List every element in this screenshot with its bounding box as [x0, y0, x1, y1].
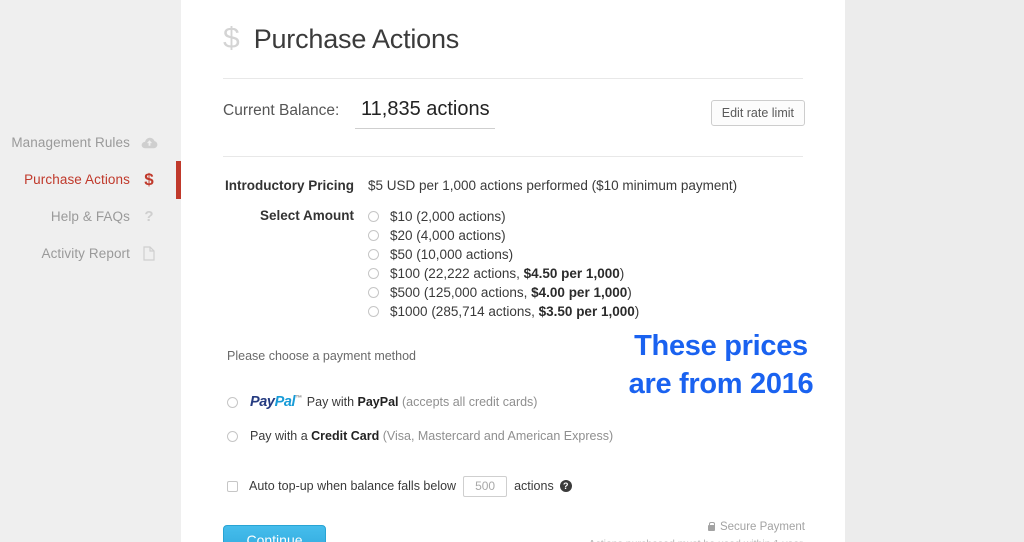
question-mark-icon: ?: [144, 208, 154, 225]
balance-divider: [223, 156, 803, 157]
payment-method-list: PayPal™ Pay with PayPal (accepts all cre…: [227, 391, 803, 447]
introductory-pricing-text: $5 USD per 1,000 actions performed ($10 …: [368, 178, 738, 193]
amount-option-label: $100 (22,222 actions, $4.50 per 1,000): [390, 265, 625, 281]
sidebar-nav: Management Rules Purchase Actions $ Help…: [0, 124, 181, 272]
balance-row: Current Balance: 11,835 actions Edit rat…: [223, 98, 805, 134]
radio-button[interactable]: [368, 286, 379, 298]
amount-option[interactable]: $500 (125,000 actions, $4.00 per 1,000): [368, 283, 639, 301]
amount-option-label: $500 (125,000 actions, $4.00 per 1,000): [390, 284, 632, 300]
select-amount-label: Select Amount: [259, 208, 354, 223]
introductory-pricing-label: Introductory Pricing: [224, 178, 354, 193]
sidebar-item-label: Help & FAQs: [50, 209, 130, 224]
question-help-icon[interactable]: ?: [559, 480, 572, 492]
pricing-form: Introductory Pricing $5 USD per 1,000 ac…: [223, 177, 803, 321]
sidebar-item-label: Management Rules: [11, 135, 130, 150]
amount-option-label: $50 (10,000 actions): [390, 246, 514, 262]
amount-option-label: $1000 (285,714 actions, $3.50 per 1,000): [390, 303, 640, 319]
sidebar-item-label: Purchase Actions: [24, 172, 130, 187]
payment-option-credit-card[interactable]: Pay with a Credit Card (Visa, Mastercard…: [227, 425, 803, 447]
sidebar-item-help-faqs[interactable]: Help & FAQs ?: [0, 198, 181, 235]
balance-label: Current Balance:: [223, 102, 340, 119]
sidebar: Management Rules Purchase Actions $ Help…: [0, 0, 181, 542]
amount-options-list: $10 (2,000 actions) $20 (4,000 actions): [368, 207, 639, 321]
credit-card-option-label: Pay with a Credit Card (Visa, Mastercard…: [250, 429, 614, 443]
auto-topup-label: Auto top-up when balance falls below: [249, 479, 457, 493]
amount-option-label: $20 (4,000 actions): [390, 227, 506, 243]
dollar-icon: $: [223, 22, 240, 55]
introductory-pricing-row: Introductory Pricing $5 USD per 1,000 ac…: [223, 177, 803, 193]
secure-payment-block: Secure Payment Actions purchased must be…: [588, 521, 805, 542]
content-container: $ Purchase Actions Current Balance: 11,8…: [223, 0, 805, 542]
dollar-icon: $: [144, 170, 154, 189]
auto-topup-threshold-input[interactable]: [463, 475, 508, 497]
sidebar-item-purchase-actions[interactable]: Purchase Actions $: [0, 161, 181, 199]
cloud-upload-icon: [139, 136, 159, 149]
radio-button[interactable]: [368, 305, 379, 317]
paypal-logo: PayPal™: [250, 394, 302, 410]
radio-button[interactable]: [368, 267, 379, 279]
auto-topup-checkbox[interactable]: [227, 480, 238, 492]
secure-payment-label: Secure Payment: [719, 521, 805, 533]
radio-button[interactable]: [227, 430, 238, 442]
radio-button[interactable]: [227, 396, 238, 408]
radio-button[interactable]: [368, 210, 379, 222]
auto-topup-row: Auto top-up when balance falls below act…: [227, 475, 803, 497]
page-header: $ Purchase Actions: [223, 0, 803, 54]
payment-option-paypal[interactable]: PayPal™ Pay with PayPal (accepts all cre…: [227, 391, 803, 413]
sidebar-item-label: Activity Report: [41, 246, 130, 261]
paypal-option-label: Pay with PayPal (accepts all credit card…: [306, 395, 538, 409]
document-icon: [139, 246, 159, 261]
amount-option[interactable]: $10 (2,000 actions): [368, 207, 639, 225]
amount-option[interactable]: $50 (10,000 actions): [368, 245, 639, 263]
radio-button[interactable]: [368, 229, 379, 241]
header-divider: [223, 78, 803, 79]
select-amount-row: Select Amount $10 (2,000 actions) $20 (4…: [223, 207, 803, 321]
sidebar-item-management-rules[interactable]: Management Rules: [0, 124, 181, 161]
main-panel: $ Purchase Actions Current Balance: 11,8…: [181, 0, 845, 542]
payment-method-hint: Please choose a payment method: [227, 349, 417, 363]
secure-payment-line: Secure Payment: [588, 521, 805, 533]
page-root: Management Rules Purchase Actions $ Help…: [0, 0, 1024, 542]
auto-topup-unit-label: actions: [514, 479, 554, 493]
purchase-disclaimer: Actions purchased must be used within 1 …: [588, 538, 805, 542]
lock-icon: [707, 521, 716, 531]
radio-button[interactable]: [368, 248, 379, 260]
continue-button[interactable]: Continue: [223, 525, 326, 542]
balance-value: 11,835 actions: [355, 98, 496, 129]
sidebar-item-activity-report[interactable]: Activity Report: [0, 235, 181, 272]
amount-option[interactable]: $20 (4,000 actions): [368, 226, 639, 244]
edit-rate-limit-button[interactable]: Edit rate limit: [710, 100, 805, 126]
amount-option[interactable]: $100 (22,222 actions, $4.50 per 1,000): [368, 264, 639, 282]
page-title: Purchase Actions: [253, 23, 460, 54]
amount-option-label: $10 (2,000 actions): [390, 208, 506, 224]
bottom-actions: Continue Secure Payment Actions purchase…: [223, 521, 805, 542]
amount-option[interactable]: $1000 (285,714 actions, $3.50 per 1,000): [368, 302, 639, 320]
